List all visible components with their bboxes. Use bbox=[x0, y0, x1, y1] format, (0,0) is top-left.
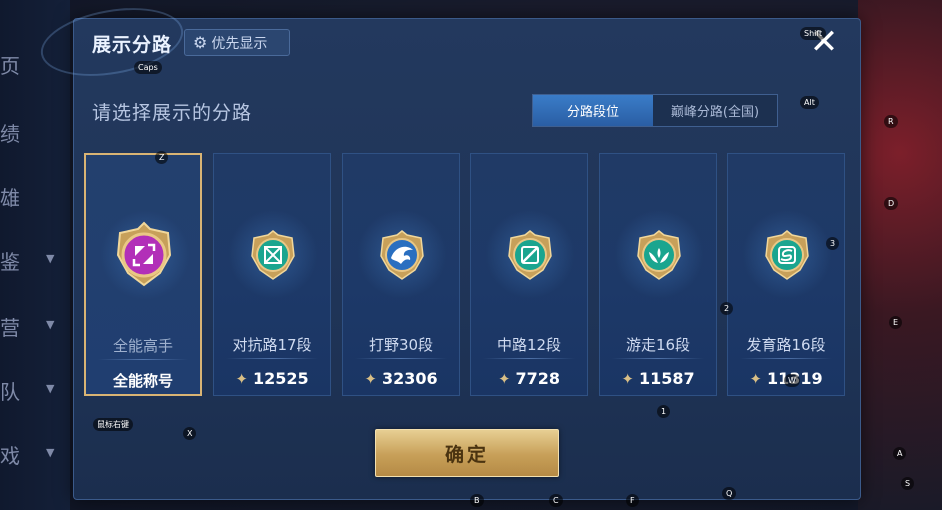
rank-points-icon: ✦ bbox=[364, 369, 377, 388]
key-hint: E bbox=[889, 316, 903, 329]
lane-score: ✦ 32306 bbox=[343, 369, 459, 388]
card-divider bbox=[226, 358, 318, 359]
lane-card-all-round[interactable]: 全能高手 全能称号 bbox=[84, 153, 202, 396]
key-hint: Q bbox=[722, 487, 737, 500]
farm-lane-emblem-icon bbox=[765, 230, 809, 280]
confirm-button[interactable]: 确定 bbox=[375, 429, 559, 477]
tab-lane-rank[interactable]: 分路段位 bbox=[533, 95, 653, 126]
gear-icon: ⚙ bbox=[193, 33, 208, 52]
lane-score: ✦ 7728 bbox=[471, 369, 587, 388]
bg-nav-item: 营 bbox=[0, 316, 20, 340]
lane-card-mid[interactable]: 中路12段 ✦ 7728 bbox=[470, 153, 588, 396]
lane-score-value: 7728 bbox=[515, 369, 561, 388]
priority-display-label: 优先显示 bbox=[211, 35, 268, 52]
bg-nav-item: 页 bbox=[0, 54, 20, 78]
background-hero-art bbox=[858, 0, 942, 510]
tab-peak-lane[interactable]: 巅峰分路(全国) bbox=[653, 95, 777, 126]
card-divider bbox=[740, 358, 832, 359]
card-divider bbox=[355, 358, 447, 359]
card-divider bbox=[612, 358, 704, 359]
lane-card-roam[interactable]: 游走16段 ✦ 11587 bbox=[599, 153, 717, 396]
rank-points-icon: ✦ bbox=[749, 369, 762, 388]
dialog-subtitle: 请选择展示的分路 bbox=[92, 102, 253, 124]
bg-nav-item: 鉴 bbox=[0, 250, 20, 274]
chevron-down-icon: ▼ bbox=[46, 318, 55, 331]
all-round-emblem-icon bbox=[116, 221, 172, 287]
key-hint: R bbox=[884, 115, 898, 128]
background-nav: 页 绩 雄 鉴 ▼ 营 ▼ 队 ▼ 戏 ▼ bbox=[0, 0, 70, 510]
chevron-down-icon: ▼ bbox=[46, 446, 55, 459]
key-hint: S bbox=[901, 477, 915, 490]
key-hint: 1 bbox=[657, 405, 671, 418]
key-hint: C bbox=[549, 494, 563, 507]
lane-card-jungle[interactable]: 打野30段 ✦ 32306 bbox=[342, 153, 460, 396]
lane-score: ✦ 11587 bbox=[600, 369, 716, 388]
key-hint: 鼠标右键 bbox=[93, 418, 133, 431]
bg-nav-item: 队 bbox=[0, 380, 20, 404]
lane-score-value: 12525 bbox=[252, 369, 309, 388]
key-hint: D bbox=[884, 197, 899, 210]
key-hint: F bbox=[626, 494, 639, 507]
lane-card-name: 发育路16段 bbox=[746, 336, 826, 354]
jungle-emblem-icon bbox=[380, 230, 424, 280]
priority-display-button[interactable]: ⚙ 优先显示 bbox=[184, 29, 290, 56]
roam-emblem-icon bbox=[637, 230, 681, 280]
rank-points-icon: ✦ bbox=[235, 369, 248, 388]
mid-lane-emblem-icon bbox=[508, 230, 552, 280]
lane-tabs: 分路段位 巅峰分路(全国) bbox=[532, 94, 778, 127]
key-hint: Caps bbox=[134, 61, 162, 74]
bg-nav-item: 雄 bbox=[0, 186, 20, 210]
lane-card-name: 打野30段 bbox=[368, 336, 434, 354]
lane-score-value: 32306 bbox=[381, 369, 438, 388]
lane-card-name: 对抗路17段 bbox=[232, 336, 312, 354]
lane-card-farm[interactable]: 发育路16段 ✦ 11319 bbox=[727, 153, 845, 396]
key-hint: 3 bbox=[826, 237, 840, 250]
lane-card-name: 全能高手 bbox=[112, 337, 173, 355]
key-hint: Alt bbox=[800, 96, 819, 109]
chevron-down-icon: ▼ bbox=[46, 252, 55, 265]
bg-nav-item: 绩 bbox=[0, 122, 20, 146]
bg-nav-item: 戏 bbox=[0, 444, 20, 468]
all-round-title-label: 全能称号 bbox=[112, 372, 173, 390]
lane-score: ✦ 12525 bbox=[214, 369, 330, 388]
lane-card-name: 中路12段 bbox=[496, 336, 562, 354]
lane-card-clash[interactable]: 对抗路17段 ✦ 12525 bbox=[213, 153, 331, 396]
card-divider bbox=[98, 359, 188, 360]
lane-card-name: 游走16段 bbox=[625, 336, 691, 354]
key-hint: B bbox=[470, 494, 484, 507]
card-divider bbox=[483, 358, 575, 359]
rank-points-icon: ✦ bbox=[621, 369, 634, 388]
lane-score-value: 11587 bbox=[638, 369, 695, 388]
key-hint: 2 bbox=[720, 302, 734, 315]
clash-lane-emblem-icon bbox=[251, 230, 295, 280]
chevron-down-icon: ▼ bbox=[46, 382, 55, 395]
rank-points-icon: ✦ bbox=[497, 369, 511, 388]
key-hint: W bbox=[784, 374, 800, 387]
key-hint: Shift bbox=[800, 27, 827, 40]
dialog-title: 展示分路 bbox=[92, 34, 173, 56]
